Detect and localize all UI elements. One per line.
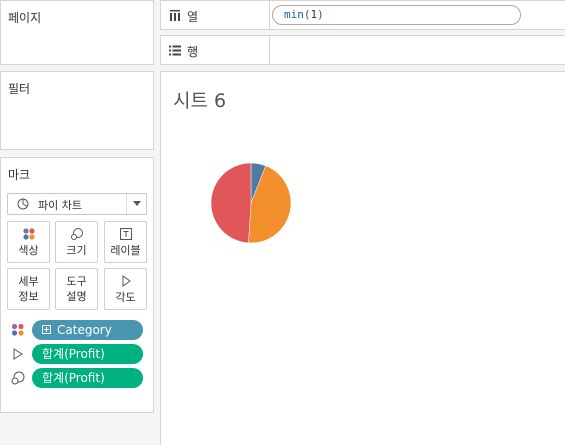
category-pill[interactable]: Category <box>32 320 143 340</box>
size-button-label: 크기 <box>66 244 87 257</box>
pie-slice-2[interactable] <box>210 162 252 244</box>
rows-icon <box>169 45 181 56</box>
profit-size-pill[interactable]: 합계(Profit) <box>32 368 143 388</box>
columns-shelf[interactable]: 열 min(1) <box>160 0 565 30</box>
mark-type-dropdown[interactable]: 파이 차트 <box>7 193 147 215</box>
size-icon <box>11 371 25 385</box>
rows-shelf-label: 행 <box>187 45 199 59</box>
mark-type-label: 파이 차트 <box>38 199 82 212</box>
profit-angle-pill[interactable]: 합계(Profit) <box>32 344 143 364</box>
category-pill-label: Category <box>57 323 112 337</box>
chevron-down-icon <box>133 201 141 206</box>
label-button[interactable]: 레이블 <box>104 221 147 263</box>
angle-icon <box>13 348 23 360</box>
label-button-label: 레이블 <box>110 244 141 257</box>
columns-shelf-label: 열 <box>187 10 199 24</box>
size-icon <box>70 228 83 240</box>
tooltip-button-label-line1: 도구 <box>66 275 87 288</box>
angle-button[interactable]: 각도 <box>104 268 147 310</box>
filters-card[interactable]: 필터 <box>0 71 154 150</box>
expand-plus-icon[interactable] <box>42 325 51 334</box>
min-calc-pill[interactable]: min(1) <box>272 5 521 25</box>
pie-mark-icon <box>17 198 29 210</box>
profit-size-pill-label: 합계(Profit) <box>42 371 105 385</box>
size-button[interactable]: 크기 <box>55 221 98 263</box>
sheet-title[interactable]: 시트 6 <box>173 86 226 113</box>
tooltip-button[interactable]: 도구 설명 <box>55 268 98 310</box>
detail-button-label-line1: 세부 <box>18 275 39 288</box>
worksheet-view[interactable]: 시트 6 <box>160 71 565 445</box>
pie-chart[interactable] <box>210 162 292 244</box>
columns-icon <box>170 10 180 21</box>
detail-button-label-line2: 정보 <box>18 290 39 303</box>
text-label-icon <box>119 228 132 240</box>
tooltip-button-label-line2: 설명 <box>66 290 87 303</box>
color-dots-icon <box>11 323 24 336</box>
detail-button[interactable]: 세부 정보 <box>7 268 50 310</box>
pages-title: 페이지 <box>8 11 42 25</box>
rows-shelf[interactable]: 행 <box>160 35 565 65</box>
color-button-label: 색상 <box>18 244 39 257</box>
marks-title: 마크 <box>8 168 31 182</box>
calc-arg: 1 <box>310 8 318 21</box>
color-dots-icon <box>22 228 35 240</box>
profit-angle-pill-label: 합계(Profit) <box>42 347 105 361</box>
angle-button-label: 각도 <box>115 291 136 304</box>
calc-func: min <box>284 8 304 21</box>
color-button[interactable]: 색상 <box>7 221 50 263</box>
filters-title: 필터 <box>8 82 31 96</box>
pages-card[interactable]: 페이지 <box>0 0 154 65</box>
angle-icon <box>122 275 131 287</box>
